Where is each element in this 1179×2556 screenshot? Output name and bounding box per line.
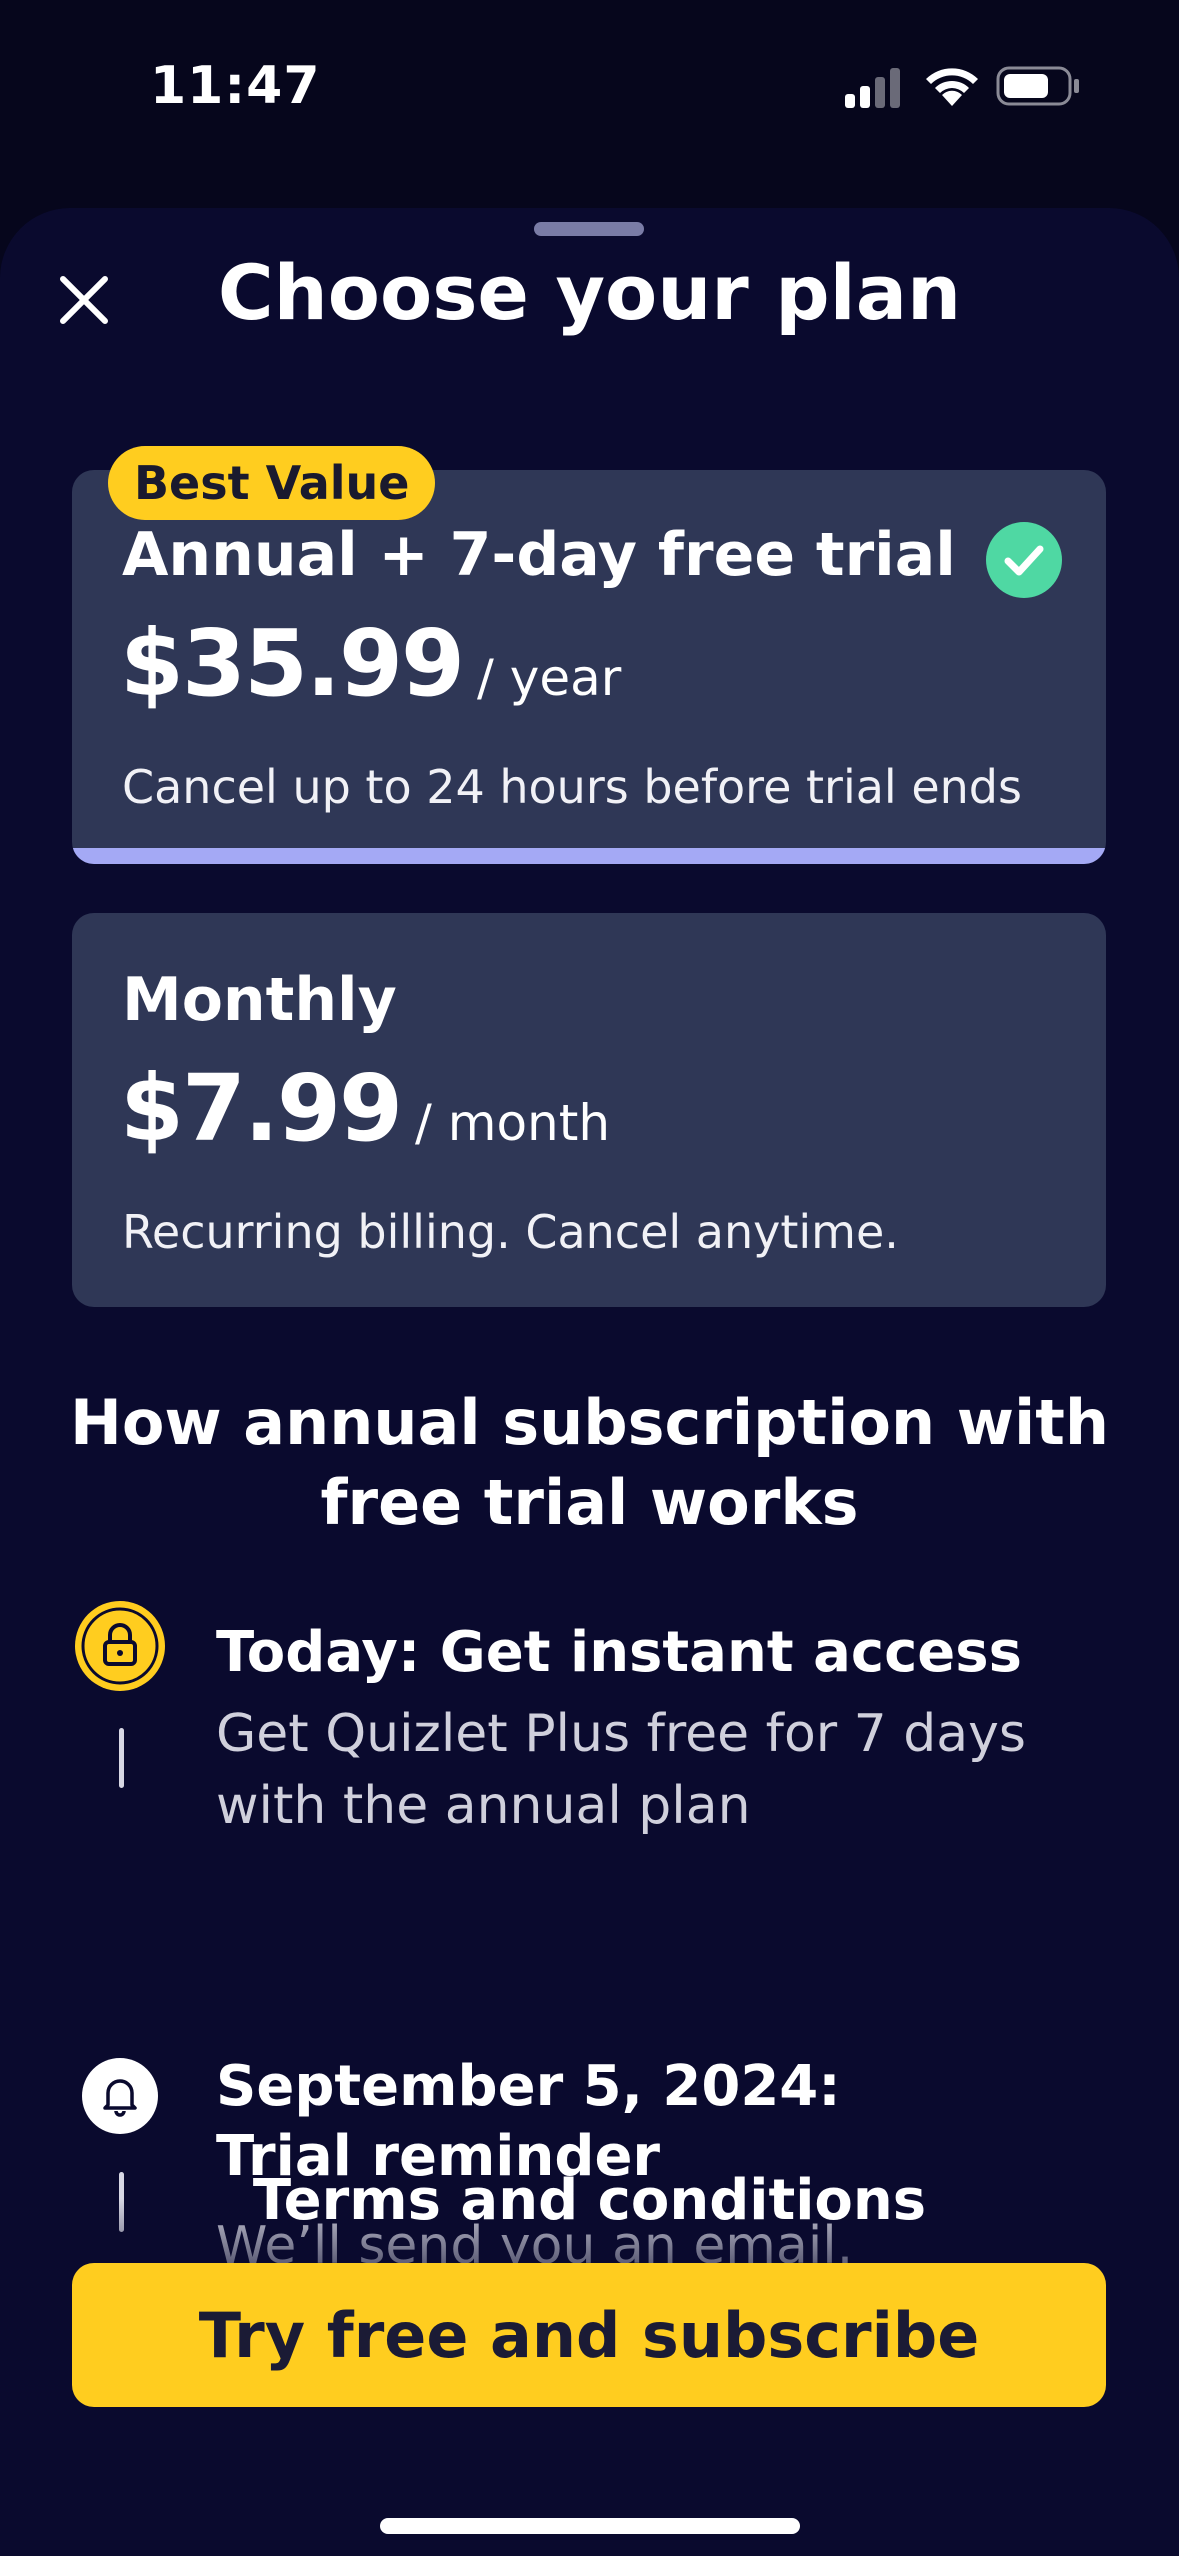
how-it-works-title: How annual subscription with free trial …	[0, 1383, 1179, 1543]
plan-price-row: $35.99 / year	[120, 610, 621, 717]
selected-indicator	[72, 848, 1106, 864]
plan-note: Cancel up to 24 hours before trial ends	[122, 760, 1022, 814]
wifi-icon	[926, 68, 978, 106]
timeline-connector	[119, 1728, 124, 1788]
signal-icon	[845, 68, 900, 108]
status-time: 11:47	[150, 56, 321, 116]
battery-icon	[996, 66, 1079, 106]
status-bar: 11:47	[0, 0, 1179, 190]
plan-sheet: Choose your plan Best Value Annual + 7-d…	[0, 208, 1179, 2556]
screen: 11:47 Choose your plan Best Value Annual…	[0, 0, 1179, 2556]
step-title-line1: September 5, 2024:	[216, 2054, 841, 2119]
bell-icon	[82, 2058, 158, 2134]
plan-price-row: $7.99 / month	[120, 1055, 610, 1162]
step-title: Today: Get instant access	[216, 1620, 1022, 1685]
plan-card-annual[interactable]: Annual + 7-day free trial $35.99 / year …	[72, 470, 1106, 864]
plan-note: Recurring billing. Cancel anytime.	[122, 1205, 899, 1259]
how-it-works-title-line2: free trial works	[320, 1466, 859, 1539]
home-indicator	[380, 2518, 800, 2534]
try-free-subscribe-button[interactable]: Try free and subscribe	[72, 2263, 1106, 2407]
plan-price: $7.99	[120, 1055, 403, 1162]
sheet-grabber[interactable]	[534, 222, 644, 236]
terms-and-conditions-link[interactable]: Terms and conditions	[0, 2168, 1179, 2233]
plan-period: / year	[477, 649, 622, 707]
plan-name: Monthly	[122, 965, 397, 1035]
plan-price: $35.99	[120, 610, 465, 717]
page-title: Choose your plan	[217, 248, 962, 337]
lock-icon	[75, 1601, 165, 1691]
best-value-badge: Best Value	[108, 446, 436, 520]
how-it-works-title-line1: How annual subscription with	[69, 1386, 1110, 1459]
plan-period: / month	[415, 1094, 611, 1152]
plan-name: Annual + 7-day free trial	[122, 520, 956, 590]
check-icon	[986, 522, 1062, 598]
step-description: Get Quizlet Plus free for 7 days with th…	[216, 1704, 1027, 1836]
plan-card-monthly[interactable]: Monthly $7.99 / month Recurring billing.…	[72, 913, 1106, 1307]
